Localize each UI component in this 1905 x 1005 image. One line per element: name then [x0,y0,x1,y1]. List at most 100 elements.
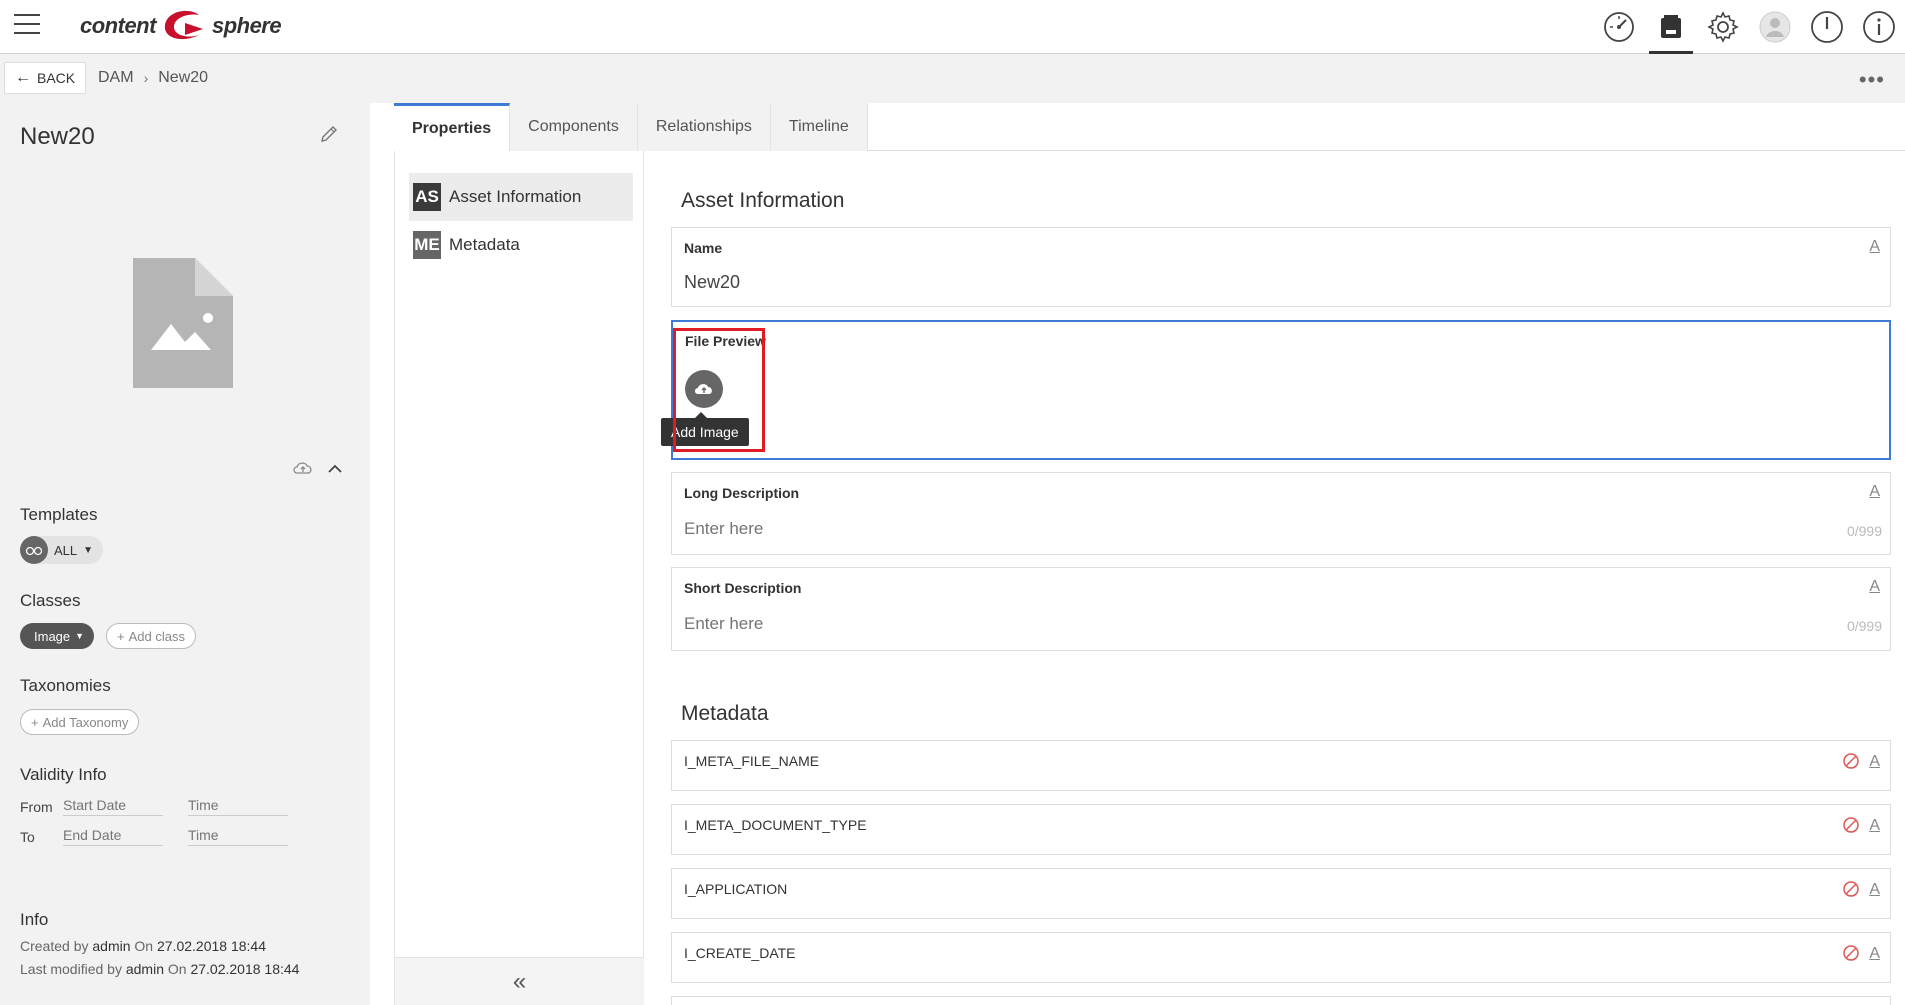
long-description-counter: 0/999 [1846,523,1882,539]
tab-timeline[interactable]: Timeline [770,103,868,151]
meta-field-partial [671,996,1891,1005]
created-by-user: admin [92,938,131,954]
meta-field[interactable]: I_APPLICATION A [671,868,1891,919]
font-format-icon[interactable]: A [1869,945,1880,963]
on-label: On [134,938,154,954]
logo-mark-icon [164,10,203,40]
back-button[interactable]: ← BACK [4,62,87,94]
name-field[interactable]: Name A New20 [671,227,1891,307]
arrow-left-icon: ← [15,69,31,86]
app-logo[interactable]: content sphere [80,8,282,44]
file-preview-label: File Preview [685,333,766,349]
start-date-input[interactable] [63,797,163,816]
add-image-button[interactable] [685,370,723,408]
class-chip-image[interactable]: Image ▼ [20,623,95,649]
top-bar: content sphere [0,0,1905,54]
meta-field-label: I_META_DOCUMENT_TYPE [684,817,867,833]
tab-bar: Properties Components Relationships Time… [394,103,1905,151]
caret-down-icon: ▼ [75,631,85,641]
breadcrumb-current: New20 [158,69,209,86]
more-options-button[interactable]: ••• [1859,67,1885,93]
meta-field[interactable]: I_META_DOCUMENT_TYPE A [671,804,1891,855]
nav-item-label: Metadata [449,235,520,254]
logo-text-right: sphere [211,13,282,38]
cloud-upload-icon[interactable] [292,459,314,477]
nav-item-asset-information[interactable]: AS Asset Information [409,173,633,221]
font-format-icon[interactable]: A [1869,881,1880,899]
meta-field-label: I_CREATE_DATE [684,945,796,961]
add-taxonomy-label: Add Taxonomy [42,714,129,730]
disabled-icon[interactable] [1842,752,1860,770]
short-description-counter: 0/999 [1846,618,1882,634]
font-format-icon[interactable]: A [1869,238,1880,256]
end-date-input[interactable] [63,827,163,846]
add-taxonomy-button[interactable]: + Add Taxonomy [20,709,140,735]
dashboard-icon [1604,12,1634,42]
modified-by-prefix: Last modified by [20,961,122,977]
caret-down-icon: ▼ [83,544,94,556]
user-button[interactable] [1749,0,1801,54]
dashboard-button[interactable] [1593,0,1645,54]
hamburger-menu-icon[interactable] [14,14,40,36]
meta-field-label: I_META_FILE_NAME [684,753,820,769]
created-info: Created by admin On 27.02.2018 18:44 [20,938,266,954]
add-image-tooltip: Add Image [661,412,749,446]
asset-sidebar: New20 Templates ALL ▼ Classes Image ▼ + … [0,103,370,1005]
tab-properties[interactable]: Properties [394,103,511,151]
disabled-icon[interactable] [1842,880,1860,898]
templates-value: ALL [54,542,78,558]
meta-field[interactable]: I_CREATE_DATE A [671,932,1891,983]
nav-badge-as: AS [413,183,441,211]
font-format-icon[interactable]: A [1869,483,1880,501]
font-format-icon[interactable]: A [1869,817,1880,835]
logo-text-left: content [80,13,156,38]
collapse-nav-button[interactable]: « [395,957,644,1005]
pencil-icon[interactable] [318,123,340,145]
end-time-input[interactable] [188,827,288,846]
long-description-field[interactable]: Long Description A 0/999 [671,472,1891,555]
user-avatar-icon [1759,11,1791,43]
created-on-date: 27.02.2018 18:44 [156,938,266,954]
disabled-icon[interactable] [1842,816,1860,834]
nav-item-metadata[interactable]: ME Metadata [409,221,633,269]
file-preview-field: File Preview Add Image [661,320,1891,460]
breadcrumb-dam[interactable]: DAM [98,69,134,87]
disabled-icon[interactable] [1842,944,1860,962]
plus-icon: + [31,714,39,730]
info-button[interactable] [1853,0,1905,54]
chevron-up-icon[interactable] [324,459,346,477]
dam-button[interactable] [1645,0,1697,54]
from-label: From [20,798,53,815]
meta-field-label: I_APPLICATION [684,881,788,897]
logout-button[interactable] [1801,0,1853,54]
long-description-input[interactable] [684,519,1784,539]
dam-icon [1661,15,1681,38]
tab-relationships[interactable]: Relationships [637,103,771,151]
font-format-icon[interactable]: A [1869,578,1880,596]
power-icon [1811,11,1843,43]
short-description-label: Short Description [684,580,802,596]
meta-field[interactable]: I_META_FILE_NAME A [671,740,1891,791]
tab-components[interactable]: Components [510,103,638,151]
add-class-button[interactable]: + Add class [106,623,196,649]
short-description-field[interactable]: Short Description A 0/999 [671,567,1891,651]
modified-by-user: admin [125,961,164,977]
short-description-input[interactable] [684,614,1784,634]
classes-label: Classes [20,591,81,610]
section-nav: AS Asset Information ME Metadata « [394,151,644,1005]
font-format-icon[interactable]: A [1869,753,1880,771]
name-label: Name [684,240,723,256]
name-value[interactable]: New20 [684,272,740,293]
sub-header: ← BACK DAM › New20 ••• [0,55,1905,103]
templates-dropdown[interactable]: ALL ▼ [20,536,104,564]
breadcrumb: DAM › New20 [98,69,208,87]
add-class-label: Add class [128,628,185,644]
settings-icon [1707,11,1739,43]
glasses-icon [20,536,48,564]
created-by-prefix: Created by [20,938,89,954]
on-label: On [167,961,187,977]
properties-form: Asset Information Name A New20 File Prev… [645,151,1905,1005]
asset-information-title: Asset Information [681,189,845,212]
start-time-input[interactable] [188,797,288,816]
settings-button[interactable] [1697,0,1749,54]
